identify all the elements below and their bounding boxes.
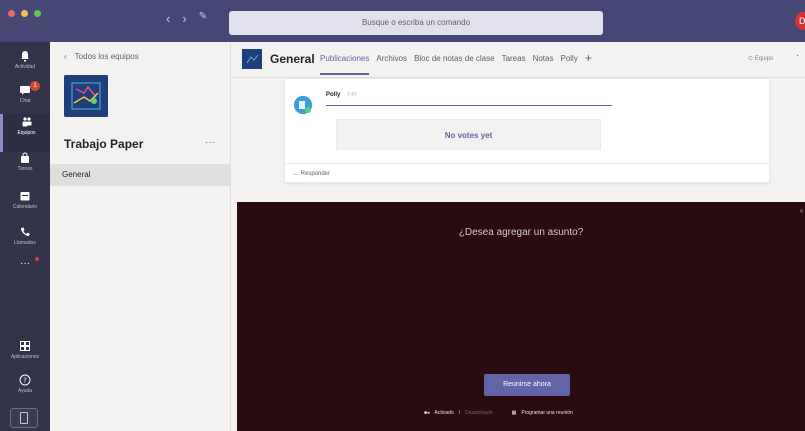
app-rail: Actividad 1 Chat Equipos Tareas Calendar…: [0, 42, 50, 431]
team-button[interactable]: ⊙ Equipo: [748, 55, 773, 62]
bag-icon: [21, 152, 29, 163]
tab-publicaciones[interactable]: Publicaciones: [320, 54, 370, 75]
rail-item-label: Aplicaciones: [10, 354, 40, 360]
rail-item-label: Calendario: [12, 204, 38, 210]
tab-archivos[interactable]: Archivos: [376, 54, 407, 75]
post-accent-line: [326, 105, 612, 106]
chat-badge: 1: [30, 81, 40, 91]
card-divider: [285, 163, 769, 164]
meeting-options: ■◂ Activado / Desactivado ▦ Programar un…: [424, 410, 573, 416]
compose-icon[interactable]: ✎: [199, 11, 207, 26]
meeting-subject-input[interactable]: ¿Desea agregar un asunto?: [237, 227, 805, 238]
rail-item-label: Actividad: [14, 64, 36, 70]
reply-button[interactable]: ← Responder: [293, 171, 330, 177]
rail-item-label: Llamadas: [14, 240, 36, 246]
tab-tareas[interactable]: Tareas: [502, 54, 526, 75]
rail-item-label: Chat: [19, 98, 31, 104]
forward-arrow-icon[interactable]: ›: [182, 11, 186, 26]
channel-team-icon: [242, 49, 262, 69]
teams-icon: [22, 117, 31, 127]
meet-now-panel: ✕ ¿Desea agregar un asunto? Reunirse aho…: [237, 202, 805, 431]
user-avatar[interactable]: D: [795, 12, 805, 30]
rail-item-apps[interactable]: Aplicaciones: [0, 338, 50, 376]
polly-icon: [294, 96, 312, 114]
team-name: Trabajo Paper: [64, 137, 144, 151]
poll-vote-box[interactable]: No votes yet: [336, 119, 601, 150]
channel-title: General: [270, 52, 315, 66]
team-logo-image: [64, 75, 108, 117]
team-more-options-icon[interactable]: ···: [205, 137, 215, 148]
post-author: Polly: [326, 92, 341, 98]
channel-header: General Publicaciones Archivos Bloc de n…: [231, 42, 805, 78]
team-logo[interactable]: [64, 75, 108, 117]
post-timestamp: 7:47: [347, 92, 357, 98]
meeting-close-icon[interactable]: ✕: [799, 208, 804, 215]
notification-dot: [35, 257, 39, 261]
schedule-meeting-link[interactable]: Programar una reunión: [521, 410, 572, 416]
rail-item-more[interactable]: ···: [0, 256, 50, 294]
more-icon: ···: [20, 258, 30, 269]
tab-polly[interactable]: Polly: [560, 54, 577, 75]
rail-item-activity[interactable]: Actividad: [0, 48, 50, 86]
back-arrow-icon[interactable]: ‹: [166, 11, 170, 26]
option-separator: /: [458, 410, 461, 416]
chevron-left-icon: ‹: [64, 52, 67, 61]
header-more-icon[interactable]: ·: [796, 50, 799, 61]
calendar-schedule-icon[interactable]: ▦: [512, 410, 517, 416]
device-icon[interactable]: [10, 408, 38, 428]
title-bar: ‹ › ✎ Busque o escriba un comando D: [0, 0, 805, 42]
maximize-window-icon[interactable]: [34, 10, 41, 17]
polly-bot-avatar: [294, 96, 312, 114]
window-controls[interactable]: [8, 10, 41, 17]
channel-item-general[interactable]: General: [50, 164, 231, 186]
rail-item-label: Equipos: [17, 130, 36, 136]
minimize-window-icon[interactable]: [21, 10, 28, 17]
apps-icon: [20, 341, 30, 351]
all-teams-label: Todos los equipos: [74, 52, 139, 61]
tab-notas[interactable]: Notas: [533, 54, 554, 75]
video-camera-icon[interactable]: ■◂: [424, 410, 430, 416]
command-search-input[interactable]: Busque o escriba un comando: [229, 11, 603, 35]
rail-item-label: Tareas: [17, 166, 33, 172]
help-icon: ?: [19, 374, 31, 386]
phone-icon: [21, 227, 30, 236]
all-teams-link[interactable]: ‹ Todos los equipos: [64, 52, 139, 61]
video-off-toggle[interactable]: Desactivado: [465, 410, 493, 416]
rail-item-calendar[interactable]: Calendario: [0, 188, 50, 226]
svg-text:?: ?: [23, 377, 27, 385]
close-window-icon[interactable]: [8, 10, 15, 17]
teams-panel: ‹ Todos los equipos Trabajo Paper ··· Gen…: [50, 42, 231, 431]
polly-post-card: Polly 7:47 No votes yet ← Responder: [284, 78, 770, 183]
tab-bloc-de-notas[interactable]: Bloc de notas de clase: [414, 54, 495, 75]
rail-item-tasks[interactable]: Tareas: [0, 150, 50, 188]
video-on-toggle[interactable]: Activado: [435, 410, 454, 416]
channel-tabs: Publicaciones Archivos Bloc de notas de …: [320, 52, 592, 75]
calendar-icon: [20, 192, 30, 201]
meet-now-button[interactable]: Reunirse ahora: [484, 374, 570, 396]
rail-item-help[interactable]: ? Ayuda: [0, 372, 50, 410]
add-tab-button[interactable]: +: [585, 52, 592, 75]
rail-item-teams[interactable]: Equipos: [0, 114, 50, 152]
bell-icon: [21, 51, 29, 62]
rail-item-label: Ayuda: [17, 388, 33, 394]
